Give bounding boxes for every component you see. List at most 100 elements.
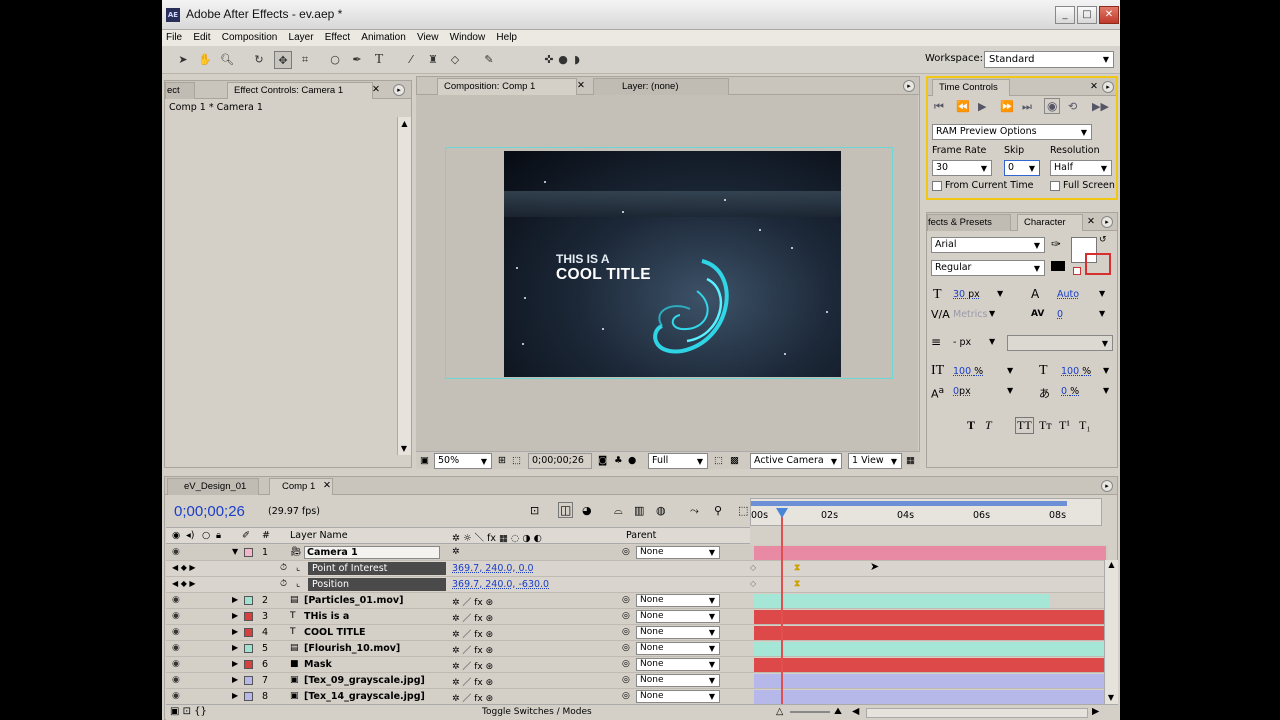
layer-duration-bar[interactable] <box>754 546 1106 560</box>
layer-row[interactable]: ◉ ▶ 6 ■ Mask ✲ ／ fx ⊛ ◎ None ▼ <box>166 657 1108 673</box>
from-current-time-checkbox[interactable]: From Current Time <box>932 180 1034 191</box>
menu-view[interactable]: View <box>413 30 443 43</box>
motion-blur-icon[interactable]: ◍ <box>656 504 666 517</box>
tab-project[interactable]: ect <box>165 82 195 99</box>
graph-editor-icon[interactable]: ⤳ <box>690 504 699 518</box>
panel-menu-icon[interactable]: ▸ <box>903 80 915 92</box>
scroll-left-icon[interactable]: ◀ <box>852 706 859 717</box>
tab-effects-presets[interactable]: fects & Presets <box>927 214 1011 231</box>
parent-select[interactable]: None ▼ <box>636 626 720 639</box>
vertical-scale-value[interactable]: 100 % <box>953 366 983 377</box>
full-screen-checkbox[interactable]: Full Screen <box>1050 180 1115 191</box>
play-button[interactable]: ▶ <box>978 100 986 113</box>
layer-label-color[interactable] <box>244 628 253 637</box>
clone-stamp-tool-icon[interactable]: ♜ <box>424 51 442 69</box>
layer-duration-bar[interactable] <box>754 610 1106 624</box>
layer-switches[interactable]: ✲ ／ fx ⊛ <box>452 627 493 640</box>
scroll-down-icon[interactable]: ▼ <box>1105 693 1117 702</box>
layer-switches[interactable]: ✲ ／ fx ⊛ <box>452 675 493 688</box>
layer-row[interactable]: ◉ ▼ 1 🎥︎ Camera 1 ✲ ◎ None ▼ <box>166 545 1108 561</box>
tab-time-controls[interactable]: Time Controls <box>932 79 1010 96</box>
solo-switch-icon[interactable]: ○ <box>202 530 210 541</box>
faux-bold-button[interactable]: T <box>967 418 975 433</box>
toggle-switches-modes-button[interactable]: Toggle Switches / Modes <box>482 707 592 717</box>
magnification-select[interactable]: 50% ▼ <box>434 453 492 469</box>
layer-name[interactable]: [Tex_09_grayscale.jpg] <box>304 675 425 686</box>
layer-row[interactable]: ◉ ▶ 4 T COOL TITLE ✲ ／ fx ⊛ ◎ None ▼ <box>166 625 1108 641</box>
comp-mini-flowchart-icon[interactable]: ⊡ <box>530 504 539 517</box>
scroll-up-icon[interactable]: ▲ <box>398 119 411 128</box>
layer-name[interactable]: COOL TITLE <box>304 627 366 638</box>
property-row[interactable]: ◀ ◆ ▶ ⏱ ⌞ Position 369.7, 240.0, -630.0 ◇ ⧗ <box>166 577 1108 593</box>
eye-visibility-icon[interactable]: ◉ <box>172 644 182 653</box>
parent-pickwhip-icon[interactable]: ◎ <box>622 659 630 669</box>
layer-row[interactable]: ◉ ▶ 5 ▤ [Flourish_10.mov] ✲ ／ fx ⊛ ◎ None ▼ <box>166 641 1108 657</box>
parent-pickwhip-icon[interactable]: ◎ <box>622 547 630 557</box>
tracking-value[interactable]: 0 <box>1057 309 1063 320</box>
stopwatch-icon[interactable]: ⏱ <box>280 579 287 589</box>
pan-behind-tool-icon[interactable]: ⌗ <box>296 51 314 69</box>
time-ruler[interactable]: 00s 02s 04s 06s 08s <box>750 498 1102 526</box>
parent-select[interactable]: None ▼ <box>636 610 720 623</box>
property-row[interactable]: ◀ ◆ ▶ ⏱ ⌞ Point of Interest 369.7, 240.0, 0.… <box>166 561 1108 577</box>
ram-preview-button[interactable]: ▶▶ <box>1092 100 1109 113</box>
eraser-tool-icon[interactable]: ◇ <box>446 51 464 69</box>
shy-layers-icon[interactable]: ⌓ <box>614 504 623 518</box>
menu-animation[interactable]: Animation <box>357 30 409 43</box>
audio-switch-icon[interactable]: ◂) <box>186 530 194 541</box>
view-layout-select[interactable]: 1 View ▼ <box>848 453 902 469</box>
view-axis-icon[interactable]: ◗ <box>568 51 586 69</box>
close-tab-icon[interactable]: ✕ <box>323 480 331 491</box>
layer-switches[interactable]: ✲ ／ fx ⊛ <box>452 595 493 608</box>
selection-tool-icon[interactable]: ➤ <box>174 51 192 69</box>
leading-value[interactable]: Auto <box>1057 289 1079 300</box>
audio-button[interactable]: ◉ <box>1044 98 1061 114</box>
frame-blending-icon[interactable]: ▥ <box>634 504 644 517</box>
type-tool-icon[interactable]: T <box>370 51 388 69</box>
resolution-preview-select[interactable]: Half ▼ <box>1050 160 1112 176</box>
skip-select[interactable]: 0 ▼ <box>1004 160 1040 176</box>
layer-duration-bar[interactable] <box>754 642 1106 656</box>
work-area-bar[interactable] <box>751 501 1067 506</box>
expand-twirl-icon[interactable]: ▶ <box>232 675 238 684</box>
frame-rate-select[interactable]: 30 ▼ <box>932 160 992 176</box>
panel-menu-icon[interactable]: ▸ <box>1102 81 1114 93</box>
layer-duration-bar[interactable] <box>754 674 1106 688</box>
layer-row[interactable]: ◉ ▶ 3 T THis is a ✲ ／ fx ⊛ ◎ None ▼ <box>166 609 1108 625</box>
subscript-button[interactable]: T₁ <box>1079 418 1091 433</box>
layer-name-header[interactable]: Layer Name <box>290 530 348 541</box>
eye-visibility-icon[interactable]: ◉ <box>172 548 182 557</box>
eye-visibility-icon[interactable]: ◉ <box>172 596 182 605</box>
layer-label-color[interactable] <box>244 596 253 605</box>
scroll-down-icon[interactable]: ▼ <box>398 444 410 453</box>
chevron-down-icon[interactable]: ▼ <box>997 289 1003 298</box>
font-family-select[interactable]: Arial ▼ <box>931 237 1045 253</box>
layer-switches[interactable]: ✲ ／ fx ⊛ <box>452 643 493 656</box>
stroke-color-swatch[interactable] <box>1085 253 1111 275</box>
superscript-button[interactable]: T¹ <box>1059 418 1070 433</box>
parent-pickwhip-icon[interactable]: ◎ <box>622 595 630 605</box>
layer-label-color[interactable] <box>244 660 253 669</box>
layer-name[interactable]: [Flourish_10.mov] <box>304 643 400 654</box>
layer-duration-bar[interactable] <box>754 626 1106 640</box>
eyedropper-icon[interactable]: ✑ <box>1051 237 1061 251</box>
menu-file[interactable]: File <box>162 30 186 43</box>
horizontal-scrollbar[interactable] <box>866 708 1088 718</box>
close-tab-icon[interactable]: ✕ <box>577 80 585 91</box>
eye-visibility-icon[interactable]: ◉ <box>172 676 182 685</box>
workspace-select[interactable]: Standard ▼ <box>984 51 1114 68</box>
kerning-value[interactable]: Metrics <box>953 309 987 320</box>
playhead-handle-icon[interactable] <box>776 508 788 518</box>
keyframe-navigator-icon[interactable]: ◀ ◆ ▶ <box>172 579 196 588</box>
eye-visibility-icon[interactable]: ◉ <box>172 660 182 669</box>
layer-name[interactable]: [Particles_01.mov] <box>304 595 403 606</box>
black-swatch[interactable] <box>1051 261 1065 271</box>
parent-select[interactable]: None ▼ <box>636 658 720 671</box>
tsume-value[interactable]: 0 % <box>1061 386 1079 397</box>
comp-timecode[interactable]: 0;00;00;26 <box>528 453 592 469</box>
zoom-out-icon[interactable]: △ <box>776 706 783 717</box>
channel-icon[interactable]: ● <box>628 455 636 466</box>
zoom-in-icon[interactable]: ⛰ <box>834 706 842 717</box>
eye-visibility-icon[interactable]: ◉ <box>172 692 182 701</box>
parent-select[interactable]: None ▼ <box>636 594 720 607</box>
